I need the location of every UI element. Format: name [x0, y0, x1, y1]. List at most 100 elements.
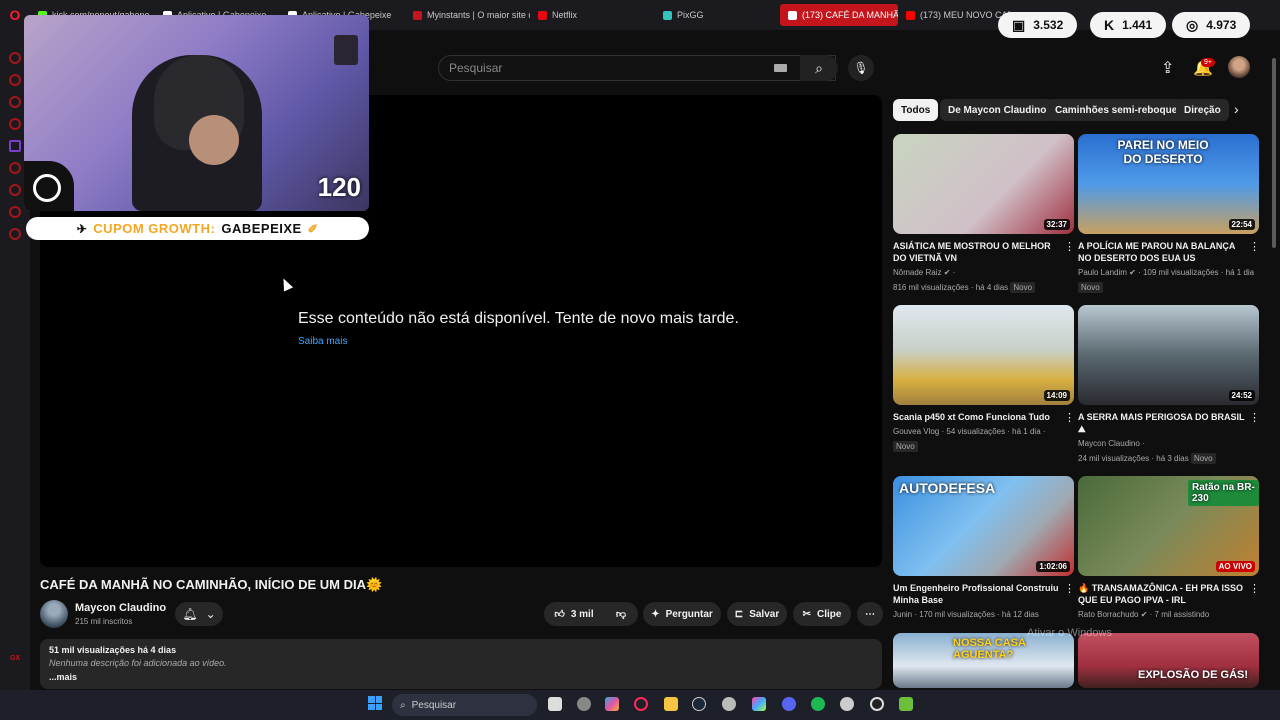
chip-channel[interactable]: De Maycon Claudino: [940, 99, 1055, 121]
recommendation-card[interactable]: 24:52 A SERRA MAIS PERIGOSA DO BRASIL ⛰ …: [1078, 305, 1260, 465]
chat-icon[interactable]: [9, 96, 21, 108]
channel-name[interactable]: Maycon Claudino: [75, 602, 166, 614]
file-explorer-icon[interactable]: [664, 697, 678, 711]
recommendation-card[interactable]: EXPLOSÃO DE GÁS!: [1078, 633, 1260, 688]
recommendation-card[interactable]: AUTODEFESA 1:02:06 Um Engenheiro Profissi…: [893, 476, 1075, 621]
meta-text: 24 mil visualizações · há 3 dias: [1078, 454, 1189, 463]
app-icon[interactable]: [722, 697, 736, 711]
save-button[interactable]: ⊏ Salvar: [727, 602, 787, 626]
copilot-icon[interactable]: [605, 697, 619, 711]
show-more-link[interactable]: ...mais: [49, 672, 873, 682]
page-scrollbar[interactable]: [1272, 58, 1276, 248]
channel-avatar[interactable]: [40, 600, 68, 628]
tab-netflix[interactable]: Netflix: [530, 4, 655, 26]
account-avatar[interactable]: [1228, 56, 1250, 78]
history-icon[interactable]: [9, 184, 21, 196]
timer-ring: [24, 161, 74, 211]
search-button[interactable]: ⌕: [800, 55, 838, 81]
twitch-icon[interactable]: [9, 140, 21, 152]
tab-youtube-2[interactable]: (173) MEU NOVO CARRO: [898, 4, 1010, 26]
more-vertical-icon[interactable]: ⋮: [1064, 240, 1075, 253]
recommendation-card[interactable]: Ratão na BR-230 AO VIVO 🔥 TRANSAMAZÔNICA …: [1078, 476, 1260, 621]
app-icon[interactable]: [840, 697, 854, 711]
keyboard-icon[interactable]: [774, 64, 787, 72]
obs-icon[interactable]: [870, 697, 884, 711]
recommendation-card[interactable]: 14:09 Scania p450 xt Como Funciona Tudo …: [893, 305, 1075, 453]
app-icon[interactable]: [577, 697, 591, 711]
messenger-icon[interactable]: [9, 74, 21, 86]
settings-icon[interactable]: [9, 228, 21, 240]
video-thumbnail[interactable]: PAREI NO MEIO DO DESERTO 22:54: [1078, 134, 1259, 234]
fish-icon: ✐: [307, 221, 319, 236]
opera-gx-icon[interactable]: [634, 697, 648, 711]
capcut-icon[interactable]: [752, 697, 766, 711]
more-vertical-icon[interactable]: ⋮: [1249, 582, 1260, 595]
minecraft-icon[interactable]: [899, 697, 913, 711]
duration-badge: 22:54: [1228, 219, 1255, 230]
thumbs-up-icon: 👍︎: [554, 609, 565, 620]
tab-label: (173) CAFÉ DA MANHÃ N: [802, 10, 898, 20]
meta-text: 816 mil visualizações · há 4 dias: [893, 283, 1009, 292]
extensions-icon[interactable]: [9, 206, 21, 218]
chip-driving[interactable]: Direção: [1176, 99, 1229, 121]
paper-plane-icon: ✈: [76, 221, 88, 236]
video-title[interactable]: Um Engenheiro Profissional Construiu Min…: [893, 582, 1075, 606]
recommendation-card[interactable]: PAREI NO MEIO DO DESERTO 22:54 A POLÍCIA …: [1078, 134, 1260, 294]
recommendation-card[interactable]: NOSSA CASA AGUENTA?: [893, 633, 1075, 688]
more-vertical-icon[interactable]: ⋮: [1064, 411, 1075, 424]
tab-myinstants[interactable]: Myinstants | O maior site d: [405, 4, 530, 26]
video-thumbnail[interactable]: NOSSA CASA AGUENTA?: [893, 633, 1074, 688]
subscription-bell-button[interactable]: 🔔︎ ⌄: [175, 602, 223, 626]
more-vertical-icon[interactable]: ⋮: [1249, 411, 1260, 424]
tab-youtube-active[interactable]: (173) CAFÉ DA MANHÃ N: [780, 4, 898, 26]
upload-icon[interactable]: ⇪: [1161, 58, 1174, 78]
chip-all[interactable]: Todos: [893, 99, 939, 121]
task-view-icon[interactable]: [548, 697, 562, 711]
spotify-icon[interactable]: [811, 697, 825, 711]
thumbnail-text: EXPLOSÃO DE GÁS!: [1138, 669, 1249, 681]
steam-icon[interactable]: [692, 697, 706, 711]
video-thumbnail[interactable]: 24:52: [1078, 305, 1259, 405]
tab-pixgg[interactable]: PixGG: [655, 4, 780, 26]
video-thumbnail[interactable]: Ratão na BR-230 AO VIVO: [1078, 476, 1259, 576]
voice-search-button[interactable]: 🎙: [848, 55, 874, 81]
dislike-button[interactable]: 👎︎: [604, 602, 638, 626]
clip-button[interactable]: ✂ Clipe: [793, 602, 851, 626]
duration-badge: 1:02:06: [1036, 561, 1070, 572]
aria-icon[interactable]: [9, 52, 21, 64]
taskbar-search[interactable]: ⌕ Pesquisar: [392, 694, 537, 716]
more-vertical-icon[interactable]: ⋮: [1249, 240, 1260, 253]
player-icon[interactable]: [9, 162, 21, 174]
video-thumbnail[interactable]: 14:09: [893, 305, 1074, 405]
search-input[interactable]: Pesquisar: [438, 55, 836, 81]
channel-line: Paulo Landim ✔ · 109 mil visualizações ·…: [1078, 268, 1255, 277]
ask-button[interactable]: ✦ Perguntar: [643, 602, 721, 626]
coupon-label: CUPOM GROWTH:: [93, 221, 216, 236]
chevron-right-icon[interactable]: ›: [1234, 101, 1239, 117]
video-title[interactable]: Scania p450 xt Como Funciona Tudo: [893, 411, 1075, 423]
discord-icon[interactable]: [782, 697, 796, 711]
video-title[interactable]: ASIÁTICA ME MOSTROU O MELHOR DO VIETNÃ V…: [893, 240, 1075, 264]
subscriber-count: 215 mil inscritos: [75, 617, 133, 626]
gx-corner-icon[interactable]: [9, 118, 21, 130]
video-thumbnail[interactable]: 32:37: [893, 134, 1074, 234]
more-vertical-icon[interactable]: ⋮: [1064, 582, 1075, 595]
video-thumbnail[interactable]: AUTODEFESA 1:02:06: [893, 476, 1074, 576]
globe-icon: ◎: [1186, 16, 1199, 33]
duration-badge: 24:52: [1228, 390, 1255, 401]
recommendation-card[interactable]: 32:37 ASIÁTICA ME MOSTROU O MELHOR DO VI…: [893, 134, 1075, 294]
more-actions-button[interactable]: ⋯: [857, 602, 883, 626]
chip-trucks[interactable]: Caminhões semi-reboque: [1047, 99, 1186, 121]
video-thumbnail[interactable]: EXPLOSÃO DE GÁS!: [1078, 633, 1259, 688]
search-icon: ⌕: [400, 699, 406, 711]
gx-logo-icon: GX: [9, 655, 21, 662]
clip-label: Clipe: [816, 608, 842, 620]
video-title[interactable]: A POLÍCIA ME PAROU NA BALANÇA NO DESERTO…: [1078, 240, 1260, 264]
description-box[interactable]: 51 mil visualizações há 4 dias Nenhuma d…: [40, 639, 882, 689]
bookmark-icon: ⊏: [734, 608, 744, 620]
learn-more-link[interactable]: Saiba mais: [298, 336, 347, 347]
video-title[interactable]: 🔥 TRANSAMAZÔNICA - EH PRA ISSO QUE EU PA…: [1078, 582, 1260, 606]
like-button[interactable]: 👍︎ 3 mil: [544, 602, 604, 626]
video-title[interactable]: A SERRA MAIS PERIGOSA DO BRASIL ⛰: [1078, 411, 1260, 435]
windows-start-icon[interactable]: [368, 696, 382, 710]
